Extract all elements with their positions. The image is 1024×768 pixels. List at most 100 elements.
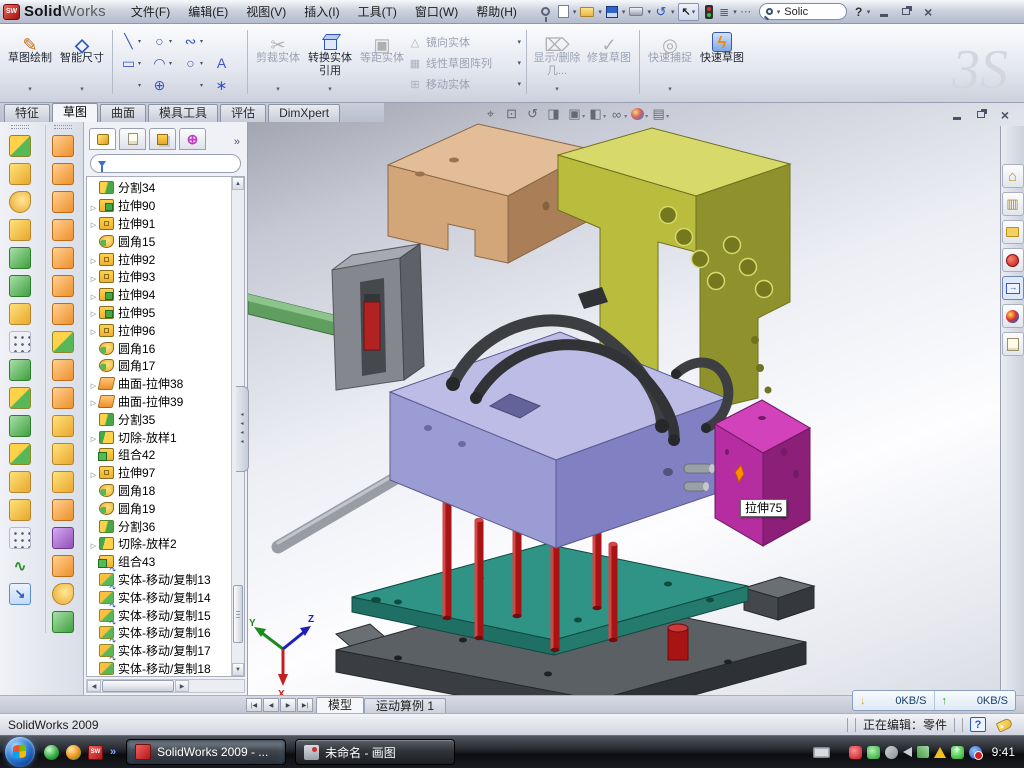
surface-tool-icon[interactable]	[52, 387, 74, 409]
model-sprue-unit[interactable]	[248, 244, 424, 390]
surface-tool-icon[interactable]	[52, 611, 74, 633]
tree-horizontal-scrollbar[interactable]: ◀ ▶	[86, 679, 245, 693]
view-toolbar-button[interactable]: ⊡	[505, 106, 522, 122]
tray-icon[interactable]	[951, 746, 964, 759]
taskbar-task-button[interactable]: 未命名 - 画图	[295, 739, 455, 765]
convert-caret[interactable]: ▾	[328, 83, 332, 96]
toolbar-grip[interactable]	[11, 125, 29, 129]
tag-icon[interactable]	[996, 717, 1014, 732]
sketch-button[interactable]: ✎ 草图绘制 ▾	[4, 27, 56, 97]
sketch-tool-caret[interactable]: ▾	[137, 38, 142, 45]
tree-item[interactable]: 圆角18	[88, 482, 230, 500]
task-pane-button[interactable]	[1002, 164, 1024, 188]
feature-tool-icon[interactable]	[9, 163, 31, 185]
sketch-tool-caret[interactable]: ▾	[137, 60, 142, 67]
menu-item[interactable]: 插入(I)	[295, 1, 348, 23]
open-file-icon[interactable]	[580, 7, 594, 17]
scroll-right-arrow[interactable]: ▶	[175, 680, 189, 692]
tray-icon[interactable]	[934, 747, 946, 758]
feature-tool-icon[interactable]	[9, 331, 31, 353]
expand-arrow-icon[interactable]	[88, 430, 99, 444]
tree-item[interactable]: 拉伸91	[88, 215, 230, 233]
configuration-manager-tab[interactable]	[149, 128, 176, 150]
view-tool-caret[interactable]	[666, 107, 669, 121]
view-toolbar-button[interactable]	[631, 107, 648, 121]
tree-item[interactable]: 圆角19	[88, 499, 230, 517]
menu-item[interactable]: 编辑(E)	[179, 1, 237, 23]
command-tab[interactable]: 草图	[52, 103, 98, 122]
view-toolbar-button[interactable]: ⌖	[484, 106, 501, 122]
menu-item[interactable]: 工具(T)	[349, 1, 406, 23]
app-close-button[interactable]: ×	[919, 4, 937, 19]
doc-minimize-button[interactable]	[950, 108, 964, 121]
feature-tool-icon[interactable]	[9, 471, 31, 493]
task-pane-button[interactable]	[1002, 332, 1024, 356]
feature-tool-icon[interactable]	[9, 527, 31, 549]
sketch-tool-caret[interactable]: ▾	[168, 60, 173, 67]
tab-nav-button[interactable]: ▶|	[297, 698, 313, 712]
menu-item[interactable]: 文件(F)	[122, 1, 179, 23]
surface-tool-icon[interactable]	[52, 191, 74, 213]
quick-launch-solidworks-icon[interactable]: SW	[88, 745, 103, 760]
sketch-tool-caret[interactable]: ▾	[199, 82, 204, 89]
new-dropdown-caret[interactable]: ▾	[572, 8, 578, 16]
task-pane-button[interactable]	[1002, 220, 1024, 244]
sketch-tool-button[interactable]: ○ ▾	[150, 30, 181, 52]
feature-tool-icon[interactable]	[9, 191, 31, 213]
rapid-sketch-button[interactable]: ϟ 快速草图	[696, 27, 748, 97]
search-input[interactable]: Solic	[784, 6, 808, 18]
surface-tool-icon[interactable]	[52, 247, 74, 269]
expand-arrow-icon[interactable]	[88, 252, 99, 266]
tray-icon[interactable]	[917, 746, 929, 758]
expand-arrow-icon[interactable]	[88, 199, 99, 213]
options-list-icon[interactable]: ≣	[717, 5, 731, 19]
surface-tool-icon[interactable]	[52, 135, 74, 157]
tree-item[interactable]: 拉伸92	[88, 250, 230, 268]
feature-tool-icon[interactable]	[9, 135, 31, 157]
input-language-icon[interactable]	[813, 747, 830, 758]
surface-tool-icon[interactable]	[52, 219, 74, 241]
exploded-mold-assembly[interactable]: Y Z X	[248, 122, 1008, 695]
sketch-tool-button[interactable]: ⊕ ▾	[150, 74, 181, 96]
view-toolbar-button[interactable]: ▤	[652, 106, 669, 122]
feature-manager-tab[interactable]	[89, 128, 116, 150]
help-dropdown-caret[interactable]: ▾	[866, 8, 872, 16]
view-toolbar-button[interactable]: ∞	[610, 107, 627, 122]
scroll-thumb[interactable]	[102, 680, 174, 692]
menu-item[interactable]: 视图(V)	[237, 1, 295, 23]
save-icon[interactable]	[606, 6, 618, 18]
surface-tool-icon[interactable]	[52, 415, 74, 437]
tree-item[interactable]: 曲面-拉伸38	[88, 375, 230, 393]
surface-tool-icon[interactable]	[52, 331, 74, 353]
pin-icon[interactable]	[541, 7, 550, 16]
tree-filter-box[interactable]	[90, 154, 241, 173]
tray-icon[interactable]	[969, 746, 982, 759]
tree-item[interactable]: 圆角15	[88, 232, 230, 250]
feature-tool-icon[interactable]	[9, 443, 31, 465]
command-tab[interactable]: 模具工具	[148, 104, 218, 122]
sketch-tool-caret[interactable]: ▾	[199, 38, 204, 45]
doc-close-button[interactable]: ×	[998, 108, 1012, 121]
tree-item[interactable]: 实体-移动/复制18	[88, 660, 230, 677]
view-toolbar-button[interactable]: ◧	[589, 106, 606, 122]
quick-launch-app-icon[interactable]	[66, 745, 81, 760]
tree-item[interactable]: 切除-放样1	[88, 428, 230, 446]
sketch-dropdown-caret[interactable]: ▾	[28, 83, 32, 96]
task-pane-button[interactable]	[1002, 276, 1024, 300]
command-tab[interactable]: 评估	[220, 104, 266, 122]
tray-icon[interactable]	[885, 746, 898, 759]
expand-arrow-icon[interactable]	[88, 537, 99, 551]
feature-tool-icon[interactable]	[9, 275, 31, 297]
feature-tool-icon[interactable]	[9, 359, 31, 381]
sketch-tool-caret[interactable]: ▾	[137, 82, 142, 89]
command-tab[interactable]: DimXpert	[268, 104, 340, 122]
start-button[interactable]	[5, 737, 35, 767]
tree-item[interactable]: 拉伸96	[88, 321, 230, 339]
tray-icon[interactable]	[903, 747, 912, 757]
menu-item[interactable]: 窗口(W)	[406, 1, 467, 23]
quick-launch-messenger-icon[interactable]	[44, 745, 59, 760]
sketch-tool-button[interactable]: ▾	[212, 30, 243, 52]
rebuild-traffic-light-icon[interactable]	[705, 5, 713, 19]
feature-tool-icon[interactable]	[9, 555, 31, 577]
model-stop-pin[interactable]	[668, 624, 688, 660]
